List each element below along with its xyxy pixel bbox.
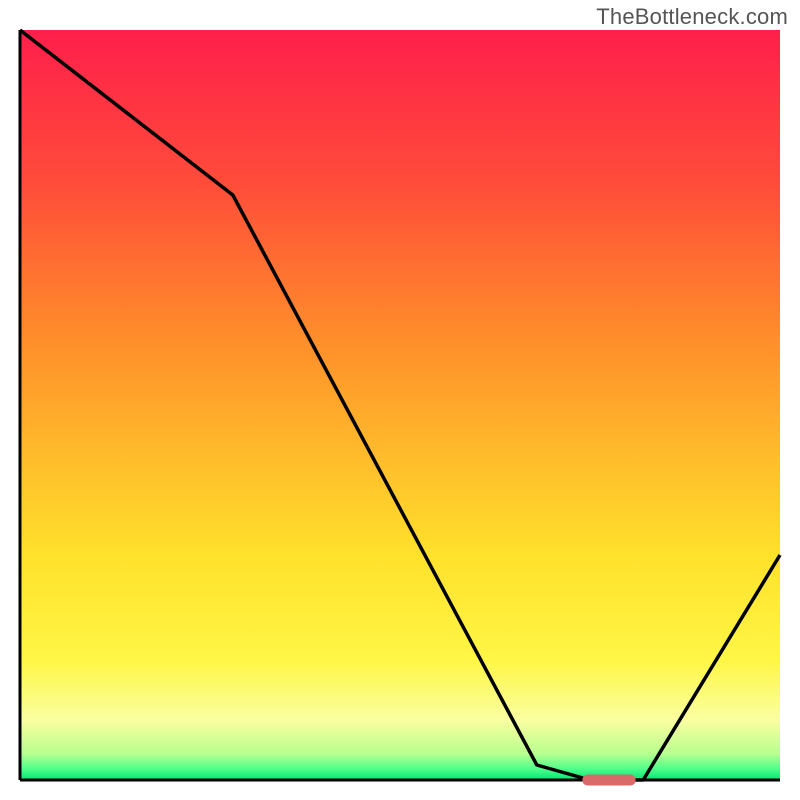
chart-container: TheBottleneck.com xyxy=(0,0,800,800)
watermark-text: TheBottleneck.com xyxy=(596,4,788,30)
plot-background xyxy=(20,30,780,780)
optimum-marker xyxy=(582,775,635,786)
bottleneck-chart xyxy=(0,0,800,800)
